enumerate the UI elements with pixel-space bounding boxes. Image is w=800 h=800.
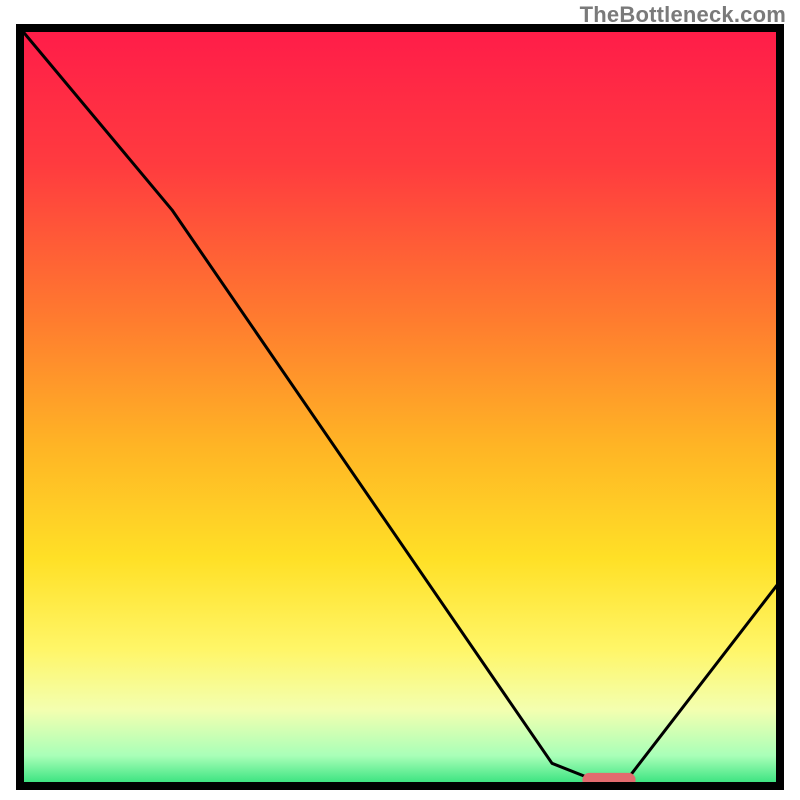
- bottleneck-chart: [0, 0, 800, 800]
- plot-background: [20, 28, 780, 786]
- chart-container: TheBottleneck.com: [0, 0, 800, 800]
- watermark-text: TheBottleneck.com: [580, 2, 786, 28]
